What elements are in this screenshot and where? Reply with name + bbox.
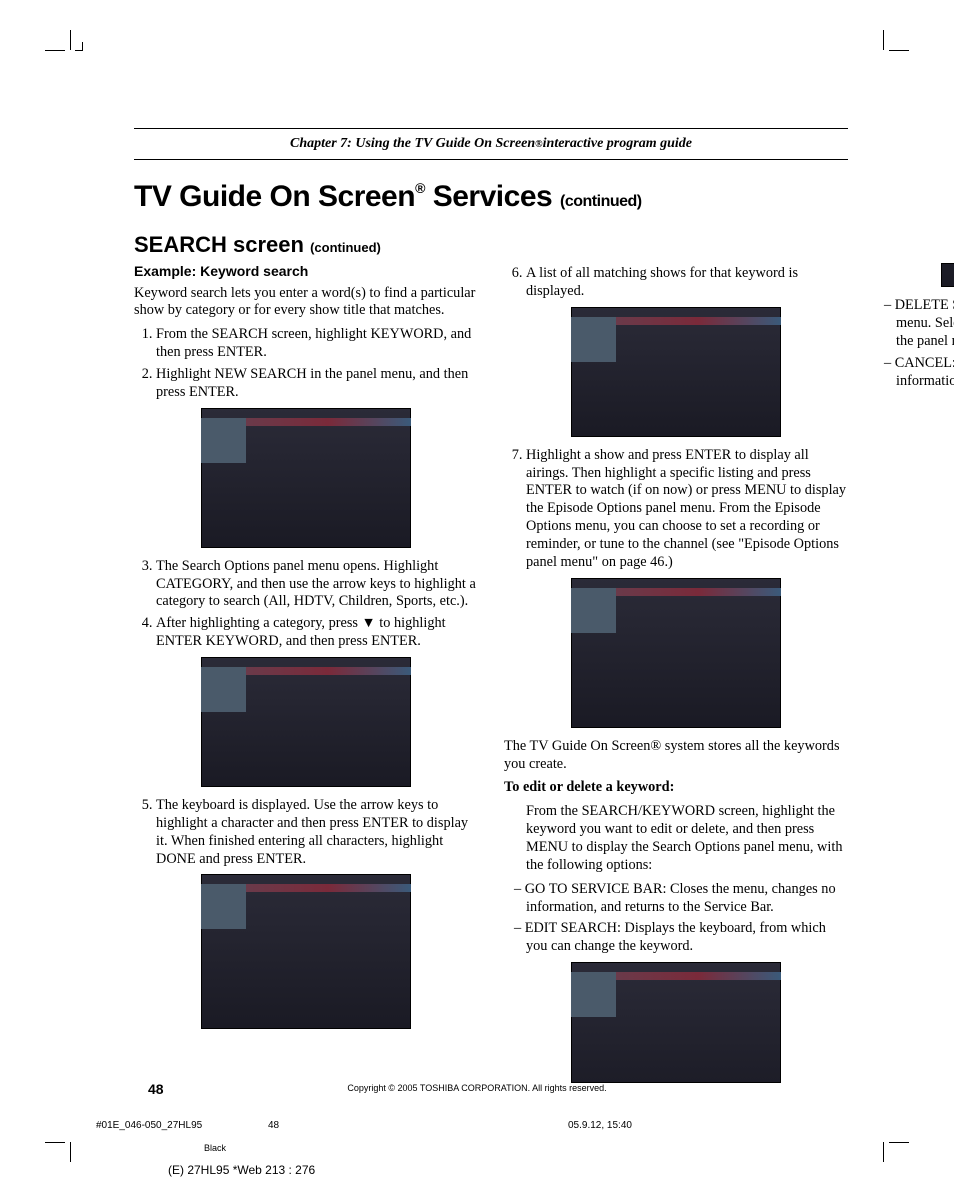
- step-2: Highlight NEW SEARCH in the panel menu, …: [156, 366, 478, 402]
- page-title: TV Guide On Screen® Services (continued): [134, 180, 642, 214]
- step-7: Highlight a show and press ENTER to disp…: [526, 447, 848, 572]
- option-goto-service-bar: GO TO SERVICE BAR: Closes the menu, chan…: [526, 881, 848, 917]
- subtitle-main: SEARCH screen: [134, 232, 310, 257]
- step-3: The Search Options panel menu opens. Hig…: [156, 558, 478, 612]
- subtitle-continued: (continued): [310, 240, 381, 255]
- step-1: From the SEARCH screen, highlight KEYWOR…: [156, 326, 478, 362]
- option-cancel: CANCEL: Closes the panel menu, changes n…: [896, 355, 954, 391]
- step-5: The keyboard is displayed. Use the arrow…: [156, 797, 478, 868]
- job-code: #01E_046-050_27HL95: [96, 1120, 202, 1131]
- intro-paragraph: Keyword search lets you enter a word(s) …: [134, 285, 478, 321]
- edit-delete-heading: To edit or delete a keyword:: [504, 779, 848, 797]
- screenshot-episode-options: [571, 578, 781, 728]
- screenshot-results: [571, 307, 781, 437]
- options-list-1: GO TO SERVICE BAR: Closes the menu, chan…: [504, 881, 848, 956]
- steps-list-4: A list of all matching shows for that ke…: [504, 265, 848, 301]
- color-plate: Black: [204, 1143, 226, 1153]
- step-4: After highlighting a category, press ▼ t…: [156, 615, 478, 651]
- edit-delete-bold: To edit or delete a keyword:: [504, 779, 674, 795]
- screenshot-search-options: [201, 657, 411, 787]
- steps-list-3: The keyboard is displayed. Use the arrow…: [134, 797, 478, 868]
- steps-list-1: From the SEARCH screen, highlight KEYWOR…: [134, 326, 478, 401]
- down-arrow-icon: ▼: [362, 615, 376, 631]
- chapter-text-suffix: interactive program guide: [543, 136, 692, 152]
- option-edit-search: EDIT SEARCH: Displays the keyboard, from…: [526, 920, 848, 956]
- store-note: The TV Guide On Screen® system stores al…: [504, 738, 848, 774]
- screenshot-new-search: [201, 408, 411, 548]
- step-4a: After highlighting a category, press: [156, 615, 362, 631]
- edit-delete-body: From the SEARCH/KEYWORD screen, highligh…: [504, 803, 848, 874]
- example-heading: Example: Keyword search: [134, 263, 478, 281]
- registered-mark: ®: [415, 180, 425, 196]
- job-page: 48: [268, 1120, 279, 1131]
- web-ref: (E) 27HL95 *Web 213 : 276: [168, 1163, 315, 1177]
- steps-list-2: The Search Options panel menu opens. Hig…: [134, 558, 478, 651]
- chapter-text-prefix: Chapter 7: Using the TV Guide On Screen: [290, 136, 535, 152]
- option-delete-search: DELETE SEARCH: Displays the Confirmation…: [896, 297, 954, 351]
- chapter-header: Chapter 7: Using the TV Guide On Screen®…: [134, 128, 848, 160]
- screenshot-keyboard: [201, 874, 411, 1029]
- content-columns: Example: Keyword search Keyword search l…: [134, 263, 848, 1083]
- steps-list-5: Highlight a show and press ENTER to disp…: [504, 447, 848, 572]
- copyright: Copyright © 2005 TOSHIBA CORPORATION. Al…: [0, 1083, 954, 1093]
- step-6: A list of all matching shows for that ke…: [526, 265, 848, 301]
- section-title: SEARCH screen (continued): [134, 232, 381, 258]
- title-part1: TV Guide On Screen: [134, 180, 415, 213]
- title-part2: Services: [425, 180, 560, 213]
- title-continued: (continued): [560, 193, 642, 210]
- options-list-2: DELETE SEARCH: Displays the Confirmation…: [874, 297, 954, 390]
- registered-mark: ®: [535, 139, 542, 150]
- job-timestamp: 05.9.12, 15:40: [568, 1120, 632, 1131]
